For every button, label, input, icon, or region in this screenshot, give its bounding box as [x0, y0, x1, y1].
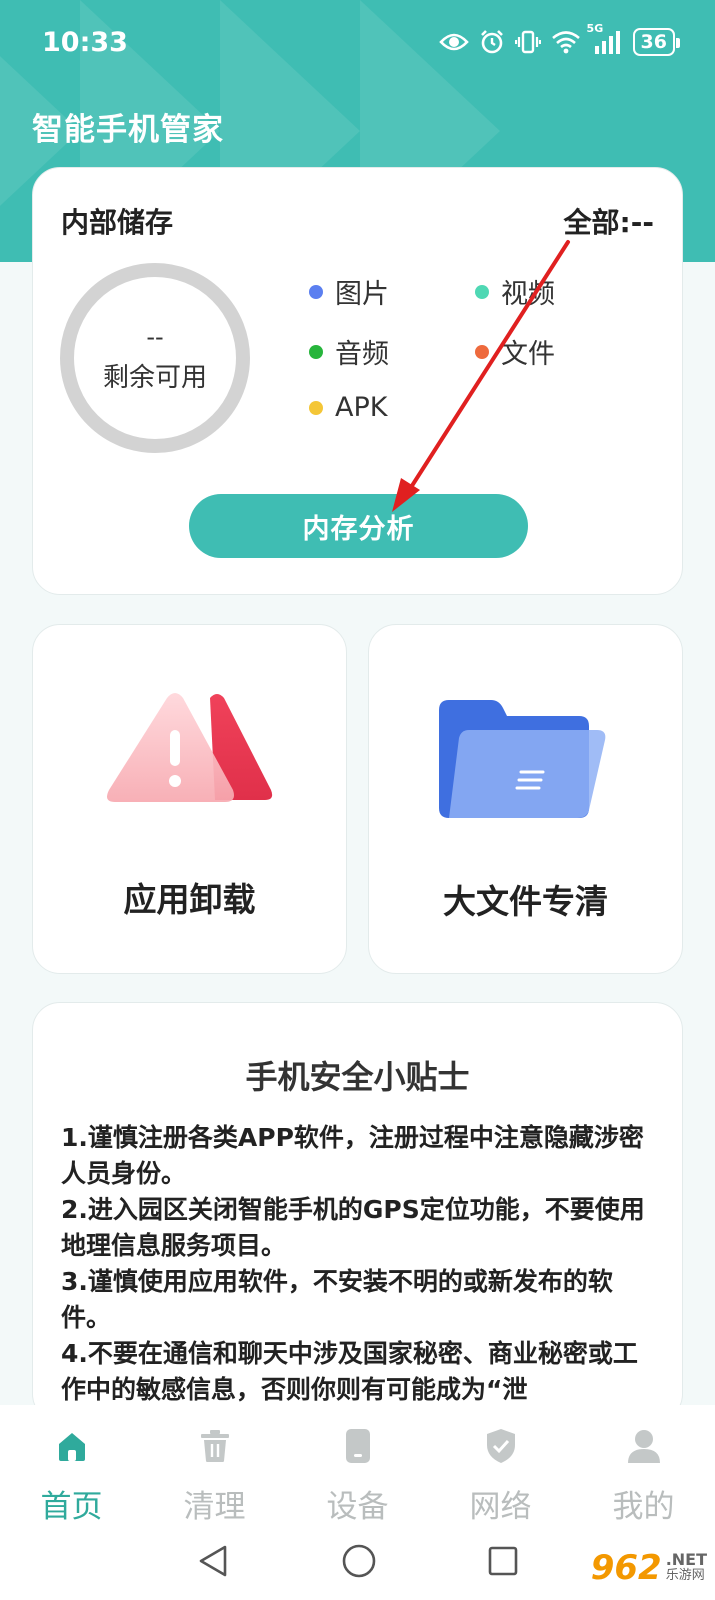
warning-triangle-icon — [105, 690, 275, 824]
watermark-number: 962 — [590, 1548, 662, 1588]
home-circle-icon[interactable] — [341, 1543, 377, 1583]
storage-title: 内部储存 — [61, 206, 174, 239]
memory-analysis-button[interactable]: 内存分析 — [189, 494, 528, 558]
shield-icon — [485, 1425, 517, 1467]
storage-ring: -- 剩余可用 — [60, 263, 250, 453]
nav-item-home[interactable]: 首页 — [0, 1425, 143, 1526]
recents-icon[interactable] — [487, 1545, 519, 1581]
storage-total: 全部:-- — [563, 206, 654, 239]
nav-label-network: 网络 — [469, 1489, 532, 1525]
security-tips-card: 手机安全小贴士 1.谨慎注册各类APP软件，注册过程中注意隐藏涉密人员身份。 2… — [32, 1002, 683, 1422]
storage-remaining-label: 剩余可用 — [102, 362, 207, 393]
legend-label: 视频 — [501, 279, 555, 310]
legend-item-files: 文件 — [475, 332, 555, 371]
security-tips-title: 手机安全小贴士 — [245, 1058, 470, 1096]
legend-label: APK — [335, 392, 388, 423]
nav-label-clean: 清理 — [183, 1489, 246, 1525]
big-file-clean-label: 大文件专清 — [443, 882, 608, 921]
trash-icon — [199, 1425, 231, 1467]
wifi-icon — [551, 30, 581, 54]
legend-dot — [309, 284, 323, 299]
storage-remaining-value: -- — [146, 322, 164, 351]
legend-label: 文件 — [501, 339, 555, 370]
app-title: 智能手机管家 — [32, 112, 224, 148]
tip-item: 2.进入园区关闭智能手机的GPS定位功能，不要使用地理信息服务项目。 — [61, 1195, 645, 1260]
tip-item: 4.不要在通信和聊天中涉及国家秘密、商业秘密或工作中的敏感信息，否则你则有可能成… — [61, 1339, 638, 1404]
big-file-clean-tile[interactable]: 大文件专清 — [368, 624, 683, 974]
nav-label-home: 首页 — [40, 1489, 103, 1525]
user-icon — [626, 1425, 662, 1467]
app-uninstall-tile[interactable]: 应用卸载 — [32, 624, 347, 974]
site-watermark: 962 .NET 乐游网 — [591, 1548, 707, 1588]
legend-item-images: 图片 — [309, 272, 389, 311]
tip-item: 3.谨慎使用应用软件，不安装不明的或新发布的软件。 — [61, 1267, 613, 1332]
home-icon — [55, 1425, 89, 1467]
nav-label-mine: 我的 — [612, 1489, 675, 1525]
nav-label-device: 设备 — [326, 1489, 389, 1525]
watermark-net: .NET — [665, 1550, 707, 1569]
alarm-icon — [479, 29, 505, 55]
nav-item-clean[interactable]: 清理 — [143, 1425, 286, 1526]
watermark-cn: 乐游网 — [665, 1568, 705, 1583]
bottom-nav: 首页 清理 设备 网络 我的 — [0, 1405, 715, 1525]
tip-item: 1.谨慎注册各类APP软件，注册过程中注意隐藏涉密人员身份。 — [61, 1123, 644, 1188]
app-uninstall-label: 应用卸载 — [123, 880, 256, 919]
back-icon[interactable] — [197, 1544, 231, 1582]
legend-item-videos: 视频 — [475, 272, 555, 311]
battery-indicator: 36 — [632, 28, 681, 56]
signal-icon: 5G — [587, 22, 623, 54]
status-time: 10:33 — [42, 26, 128, 58]
legend-dot — [475, 344, 489, 359]
status-bar: 10:33 5G 36 — [0, 0, 715, 84]
legend-item-audio: 音频 — [309, 332, 389, 371]
legend-dot — [309, 400, 323, 415]
nav-item-network[interactable]: 网络 — [429, 1425, 572, 1526]
legend-dot — [475, 284, 489, 299]
phone-icon — [345, 1425, 371, 1467]
vibrate-icon — [514, 29, 541, 55]
security-tips-body: 1.谨慎注册各类APP软件，注册过程中注意隐藏涉密人员身份。 2.进入园区关闭智… — [61, 1120, 656, 1408]
legend-item-apk: APK — [309, 392, 387, 423]
storage-card: 内部储存 全部:-- -- 剩余可用 图片 视频 音频 文件 APK 内存分析 — [32, 167, 683, 595]
status-icons: 5G 36 — [438, 22, 681, 56]
eye-icon — [438, 31, 469, 53]
folder-icon — [439, 700, 609, 824]
legend-dot — [309, 344, 323, 359]
legend-label: 图片 — [335, 279, 389, 310]
nav-item-device[interactable]: 设备 — [286, 1425, 429, 1526]
signal-label: 5G — [586, 22, 604, 35]
nav-item-mine[interactable]: 我的 — [572, 1425, 715, 1526]
legend-label: 音频 — [335, 339, 389, 370]
